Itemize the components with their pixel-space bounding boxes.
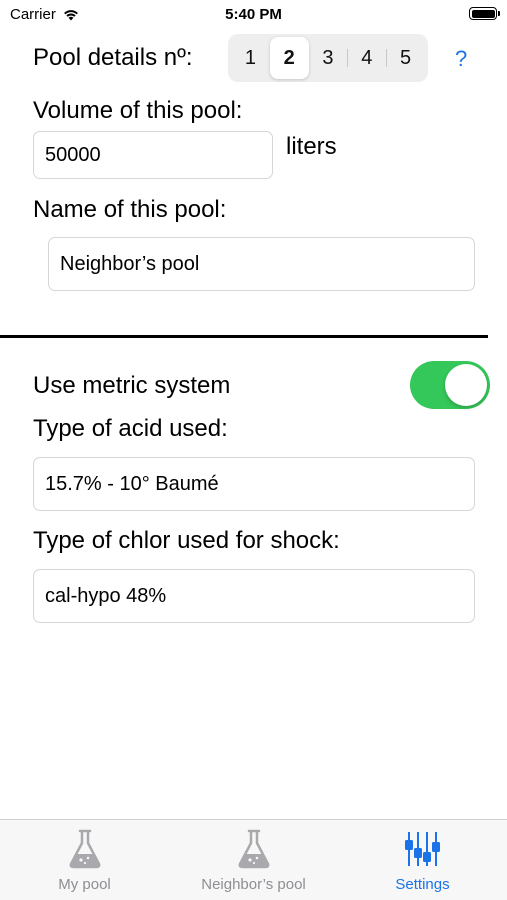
volume-input[interactable]: 50000 — [33, 131, 273, 179]
section-divider — [0, 335, 488, 338]
acid-type-label: Type of acid used: — [33, 415, 228, 442]
acid-type-input[interactable]: 15.7% - 10° Baumé — [33, 457, 475, 511]
volume-unit-label: liters — [286, 133, 337, 160]
pool-number-3[interactable]: 3 — [309, 37, 348, 79]
tab-label-neighbors-pool: Neighbor’s pool — [201, 876, 306, 893]
pool-number-selector[interactable]: 1 2 3 4 5 — [228, 34, 428, 82]
metric-system-toggle[interactable] — [410, 361, 490, 409]
tab-settings[interactable]: Settings — [338, 820, 507, 900]
pool-name-input[interactable]: Neighbor’s pool — [48, 237, 475, 291]
battery-icon — [469, 7, 500, 20]
tab-my-pool[interactable]: My pool — [0, 820, 169, 900]
chlor-type-label: Type of chlor used for shock: — [33, 527, 340, 554]
tab-bar: My pool Neighbor’s pool Settings — [0, 819, 507, 900]
pool-number-5[interactable]: 5 — [386, 37, 425, 79]
pool-name-label: Name of this pool: — [33, 196, 227, 223]
chlor-type-input[interactable]: cal-hypo 48% — [33, 569, 475, 623]
flask-icon — [238, 829, 269, 869]
flask-icon — [69, 829, 100, 869]
volume-label: Volume of this pool: — [33, 97, 243, 124]
clock: 5:40 PM — [225, 6, 282, 23]
status-bar: Carrier 5:40 PM — [0, 0, 507, 30]
pool-number-2[interactable]: 2 — [269, 37, 309, 79]
metric-system-label: Use metric system — [33, 372, 231, 399]
settings-screen: Carrier 5:40 PM Pool details nº: 1 2 3 4… — [0, 0, 507, 900]
pool-number-1[interactable]: 1 — [231, 37, 270, 79]
help-button[interactable]: ? — [455, 46, 467, 72]
tab-label-settings: Settings — [395, 876, 450, 893]
tab-label-my-pool: My pool — [58, 876, 111, 893]
pool-number-4[interactable]: 4 — [347, 37, 386, 79]
tab-neighbors-pool[interactable]: Neighbor’s pool — [169, 820, 338, 900]
toggle-knob — [445, 364, 487, 406]
pool-details-label: Pool details nº: — [33, 44, 193, 71]
sliders-icon — [404, 832, 440, 866]
